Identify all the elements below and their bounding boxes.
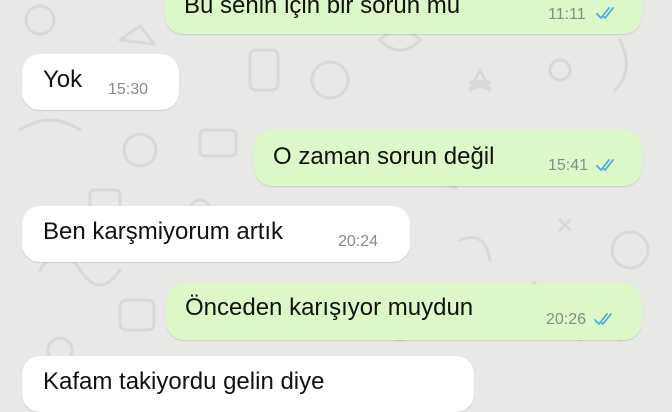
message-bubble-outgoing[interactable]: Bu senin için bir sorun mu 11:11 bbox=[165, 0, 642, 34]
message-time: 20:26 bbox=[546, 311, 587, 328]
message-text: Bu senin için bir sorun mu bbox=[184, 0, 461, 19]
message-bubble-incoming[interactable]: Yok 15:30 bbox=[22, 54, 179, 110]
message-time: 20:24 bbox=[338, 233, 379, 250]
message-bubble-outgoing[interactable]: O zaman sorun değil 15:41 bbox=[254, 130, 642, 186]
message-text: Kafam takiyordu gelin diye bbox=[43, 368, 325, 395]
message-bubble-outgoing[interactable]: Önceden karışıyor muydun 20:26 bbox=[166, 284, 642, 340]
message-bubble-incoming[interactable]: Kafam takiyordu gelin diye bbox=[22, 356, 474, 412]
message-bubble-incoming[interactable]: Ben karşmiyorum artık 20:24 bbox=[22, 206, 410, 262]
message-text: Önceden karışıyor muydun bbox=[185, 294, 474, 321]
read-receipt-icon bbox=[594, 313, 612, 325]
message-time: 15:41 bbox=[548, 157, 589, 174]
message-text: Ben karşmiyorum artık bbox=[43, 218, 284, 245]
message-time: 15:30 bbox=[108, 81, 149, 98]
message-time: 11:11 bbox=[548, 6, 586, 23]
message-text: O zaman sorun değil bbox=[273, 143, 495, 170]
read-receipt-icon bbox=[596, 159, 614, 171]
read-receipt-icon bbox=[596, 7, 614, 19]
message-text: Yok bbox=[43, 66, 83, 93]
